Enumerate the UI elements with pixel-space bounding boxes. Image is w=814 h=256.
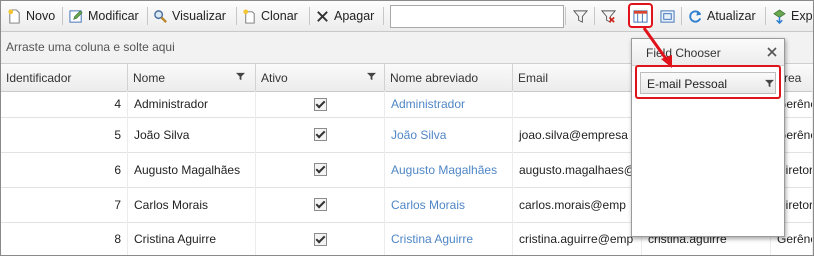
active-checkbox[interactable] (313, 163, 327, 176)
field-chooser-titlebar[interactable]: Field Chooser (632, 39, 784, 66)
cell-nome-text: Augusto Magalhães (134, 162, 241, 177)
cell-nome: Cristina Aguirre (128, 222, 256, 255)
clear-filter-button[interactable] (601, 6, 616, 26)
cell-email: cristina.aguirre@emp (513, 222, 642, 255)
cell-identificador-text: 4 (114, 97, 121, 111)
column-header-email[interactable]: Email (513, 64, 642, 91)
grid-settings-icon (660, 9, 675, 23)
active-checkbox[interactable] (313, 232, 327, 246)
cell-nome: Augusto Magalhães (128, 152, 256, 187)
cell-nome-abreviado-text: Cristina Aguirre (391, 232, 474, 246)
refresh-icon (689, 9, 702, 23)
delete-button[interactable]: Apagar (315, 6, 374, 26)
cell-nome-abreviado-text: Administrador (391, 97, 466, 111)
cell-nome-abreviado[interactable]: João Silva (385, 117, 513, 152)
cell-email-text: carlos.morais@emp (519, 197, 626, 212)
refresh-button[interactable]: Atualizar (688, 6, 756, 26)
cell-identificador-text: 8 (114, 232, 121, 246)
filter-funnel-icon[interactable] (236, 72, 245, 81)
cell-email: augusto.magalhaes@ (513, 152, 642, 187)
toolbar: Novo Modificar Visualizar Clonar Apagar (1, 1, 813, 32)
column-header-nome[interactable]: Nome (128, 64, 256, 91)
toolbar-separator (62, 7, 63, 25)
filter-funnel-icon (573, 9, 588, 23)
column-header-nome-abreviado[interactable]: Nome abreviado (385, 64, 513, 91)
cell-identificador: 8 (1, 222, 128, 255)
cell-nome-abreviado-text: Augusto Magalhães (391, 162, 498, 177)
cell-nome-text: Administrador (134, 97, 209, 111)
toolbar-separator (565, 7, 566, 25)
cell-identificador-text: 5 (114, 127, 121, 142)
cell-identificador: 6 (1, 152, 128, 187)
grid-window: Novo Modificar Visualizar Clonar Apagar (0, 0, 814, 256)
cell-nome-abreviado-text: João Silva (391, 127, 447, 142)
filter-funnel-icon[interactable] (367, 72, 376, 81)
toolbar-separator (147, 7, 148, 25)
new-button[interactable]: Novo (7, 6, 55, 26)
cell-nome-abreviado[interactable]: Carlos Morais (385, 187, 513, 222)
cell-nome: Carlos Morais (128, 187, 256, 222)
toolbar-separator (383, 7, 384, 25)
cell-ativo (256, 187, 385, 222)
clone-icon (243, 8, 255, 24)
modify-button[interactable]: Modificar (69, 6, 139, 26)
cell-nome-abreviado[interactable]: Administrador (385, 91, 513, 117)
clone-button[interactable]: Clonar (242, 6, 298, 26)
magnifier-icon (154, 9, 167, 23)
view-button[interactable]: Visualizar (153, 6, 226, 26)
column-header-ativo[interactable]: Ativo (256, 64, 385, 91)
field-chooser-item-highlight (635, 65, 781, 99)
cell-email-text: joao.silva@empresa (519, 127, 628, 142)
cell-email (513, 91, 642, 117)
active-checkbox[interactable] (313, 128, 327, 141)
toolbar-separator (594, 7, 595, 25)
export-button[interactable]: Exp (772, 6, 813, 26)
group-panel-hint: Arraste uma coluna e solte aqui (6, 40, 175, 54)
cell-nome-text: Carlos Morais (134, 197, 209, 212)
cell-nome-abreviado[interactable]: Cristina Aguirre (385, 222, 513, 255)
active-checkbox[interactable] (313, 198, 327, 211)
cell-ativo (256, 91, 385, 117)
cell-nome: Administrador (128, 91, 256, 117)
toolbar-separator (309, 7, 310, 25)
close-icon[interactable] (766, 46, 778, 58)
new-document-icon (8, 8, 20, 24)
cell-ativo (256, 117, 385, 152)
export-icon (773, 9, 786, 24)
grid-settings-button[interactable] (660, 6, 675, 26)
active-checkbox[interactable] (313, 97, 327, 111)
cell-identificador: 5 (1, 117, 128, 152)
clear-filter-icon (601, 9, 616, 23)
cell-ativo (256, 152, 385, 187)
search-input[interactable] (390, 5, 564, 28)
edit-icon (69, 9, 83, 23)
delete-x-icon (317, 10, 328, 22)
cell-email-text: augusto.magalhaes@ (519, 162, 636, 177)
cell-nome-abreviado[interactable]: Augusto Magalhães (385, 152, 513, 187)
cell-identificador: 4 (1, 91, 128, 117)
toolbar-separator (236, 7, 237, 25)
cell-nome-text: João Silva (134, 127, 190, 142)
column-chooser-icon (633, 9, 648, 23)
toolbar-separator (681, 7, 682, 25)
cell-email: carlos.morais@emp (513, 187, 642, 222)
cell-nome-text: Cristina Aguirre (134, 232, 217, 246)
toolbar-separator (765, 7, 766, 25)
cell-nome: João Silva (128, 117, 256, 152)
cell-identificador: 7 (1, 187, 128, 222)
cell-identificador-text: 7 (114, 197, 121, 212)
cell-email-text: cristina.aguirre@emp (519, 232, 634, 246)
cell-identificador-text: 6 (114, 162, 121, 177)
filter-button[interactable] (573, 6, 588, 26)
column-header-identificador[interactable]: Identificador (1, 64, 128, 91)
cell-ativo (256, 222, 385, 255)
cell-email: joao.silva@empresa (513, 117, 642, 152)
field-chooser-button[interactable] (633, 6, 648, 26)
cell-nome-abreviado-text: Carlos Morais (391, 197, 466, 212)
